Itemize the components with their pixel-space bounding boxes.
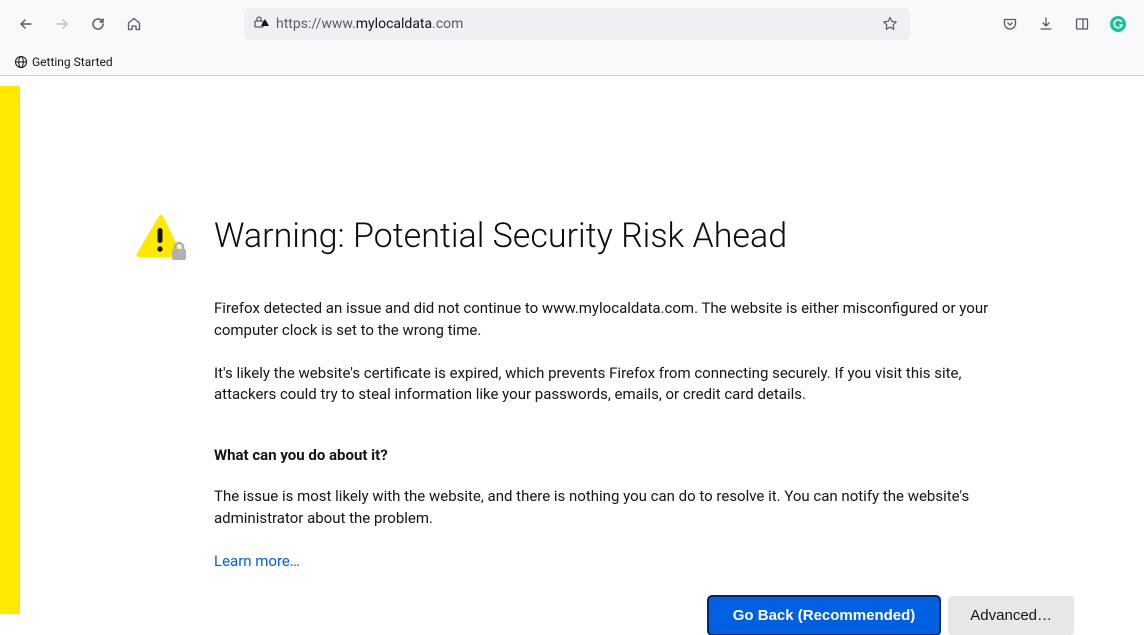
extension-button[interactable] bbox=[1102, 8, 1134, 40]
toolbar-right-icons bbox=[994, 8, 1134, 40]
pocket-icon bbox=[1002, 16, 1018, 32]
forward-button[interactable] bbox=[46, 8, 78, 40]
bookmark-getting-started[interactable]: Getting Started bbox=[10, 53, 117, 71]
arrow-right-icon bbox=[54, 16, 70, 32]
url-text: https://www.mylocaldata.com bbox=[276, 16, 872, 32]
warning-paragraph-1: Firefox detected an issue and did not co… bbox=[214, 298, 1004, 342]
learn-more-link[interactable]: Learn more… bbox=[214, 552, 300, 570]
lock-warning-icon bbox=[252, 13, 270, 35]
downloads-button[interactable] bbox=[1030, 8, 1062, 40]
pocket-button[interactable] bbox=[994, 8, 1026, 40]
warning-page-content: Warning: Potential Security Risk Ahead F… bbox=[20, 86, 1144, 614]
bookmarks-toolbar: Getting Started bbox=[0, 48, 1144, 76]
reload-icon bbox=[90, 16, 106, 32]
star-icon bbox=[882, 16, 898, 32]
home-icon bbox=[126, 16, 142, 32]
advanced-button[interactable]: Advanced… bbox=[948, 596, 1074, 635]
sidebar-icon bbox=[1074, 16, 1090, 32]
warning-paragraph-3: The issue is most likely with the websit… bbox=[214, 486, 1004, 530]
url-bar[interactable]: https://www.mylocaldata.com bbox=[244, 8, 910, 40]
grammarly-icon bbox=[1109, 15, 1127, 33]
arrow-left-icon bbox=[18, 16, 34, 32]
warning-triangle-icon bbox=[134, 213, 192, 274]
globe-icon bbox=[14, 55, 28, 69]
back-button[interactable] bbox=[10, 8, 42, 40]
warning-subheading: What can you do about it? bbox=[214, 446, 1074, 464]
download-icon bbox=[1038, 16, 1054, 32]
security-warning-frame: Warning: Potential Security Risk Ahead F… bbox=[0, 86, 1144, 614]
bookmark-label: Getting Started bbox=[32, 55, 113, 69]
button-row: Go Back (Recommended) Advanced… bbox=[214, 596, 1074, 635]
warning-paragraph-2: It's likely the website's certificate is… bbox=[214, 363, 1004, 407]
go-back-button[interactable]: Go Back (Recommended) bbox=[708, 596, 941, 635]
page-title: Warning: Potential Security Risk Ahead bbox=[214, 216, 1074, 256]
reload-button[interactable] bbox=[82, 8, 114, 40]
sidebar-button[interactable] bbox=[1066, 8, 1098, 40]
bookmark-star-button[interactable] bbox=[878, 12, 902, 36]
browser-toolbar: https://www.mylocaldata.com bbox=[0, 0, 1144, 48]
home-button[interactable] bbox=[118, 8, 150, 40]
